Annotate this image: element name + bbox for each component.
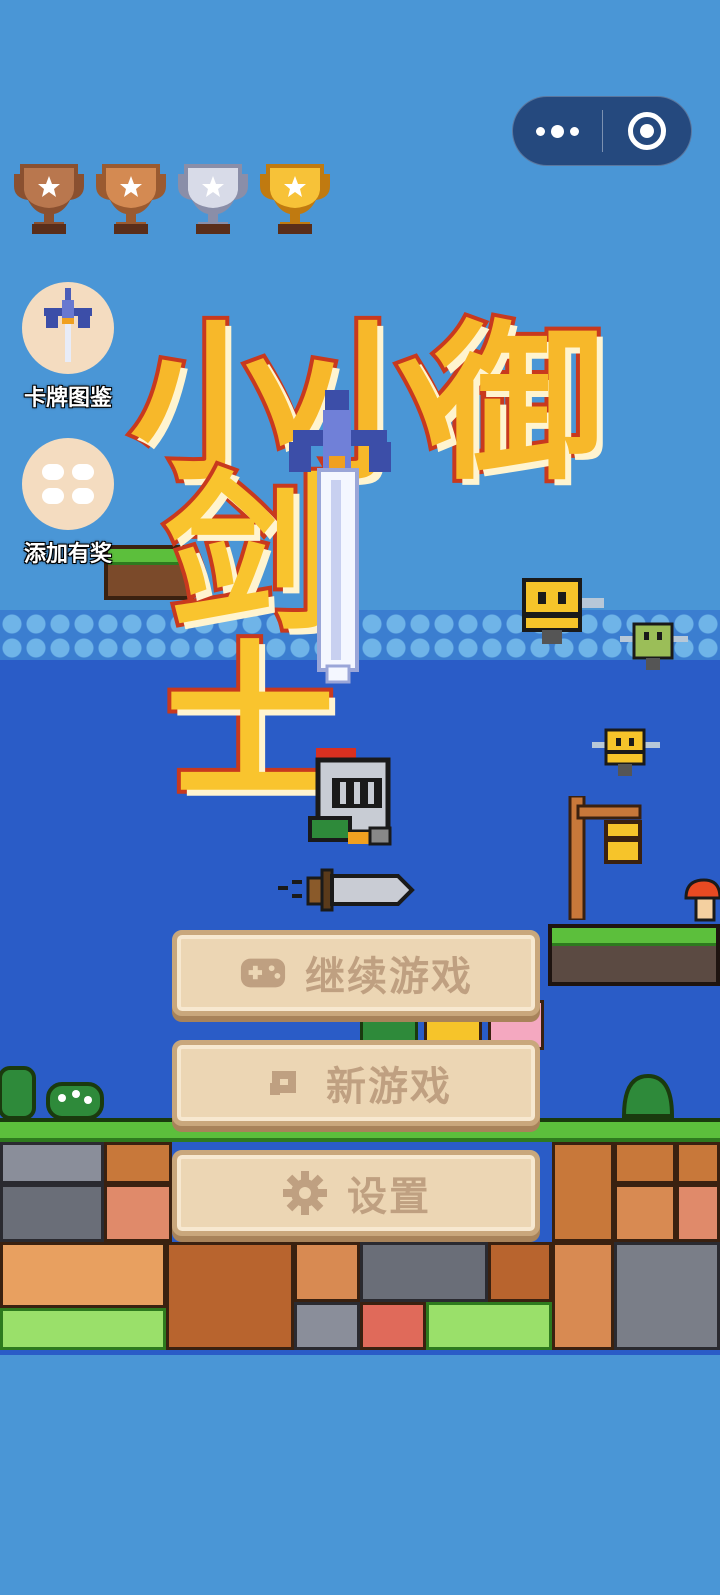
gear-icon [281,1169,329,1217]
add-reward-button[interactable]: 添加有奖 [16,438,120,568]
card-gallery-button[interactable]: 卡牌图鉴 [16,282,120,412]
bee-icon-large [522,578,604,644]
mushroom-icon [684,878,720,922]
bee-icon-small-1 [620,622,688,670]
bottom-background [0,1355,720,1595]
grid-icon [22,438,114,530]
close-button[interactable] [603,96,692,166]
continue-game-label: 继续游戏 [305,954,473,1000]
trophy-icon-gold[interactable] [258,160,332,238]
trophy-icon-bronze-1[interactable] [12,160,86,238]
flying-sword-icon [278,868,415,912]
settings-label: 设置 [347,1174,431,1220]
bush-icon-right [621,1073,675,1118]
miniprogram-capsule [512,96,692,166]
trophy-icon-bronze-2[interactable] [94,160,168,238]
refresh-icon [260,1059,308,1107]
more-button[interactable] [513,96,602,166]
continue-game-button[interactable]: 继续游戏 [172,930,540,1016]
more-dots-icon-right [569,126,579,136]
floating-island-right [548,924,720,986]
title-sword-icon [289,390,391,684]
flower-bush-icon [46,1082,104,1120]
lamp-post-icon [568,796,642,920]
bee-icon-small-2 [592,728,660,776]
gamepad-icon [239,949,287,997]
knight-character-icon [308,748,392,846]
target-icon [627,112,666,150]
trophy-icon-silver[interactable] [176,160,250,238]
card-gallery-label: 卡牌图鉴 [23,386,112,411]
settings-button[interactable]: 设置 [172,1150,540,1236]
sword-icon [22,282,114,374]
bush-icon-left [0,1066,36,1120]
new-game-label: 新游戏 [326,1064,452,1110]
new-game-button[interactable]: 新游戏 [172,1040,540,1126]
more-dots-icon-center [550,124,564,138]
more-dots-icon [535,126,545,136]
add-reward-label: 添加有奖 [23,542,112,567]
